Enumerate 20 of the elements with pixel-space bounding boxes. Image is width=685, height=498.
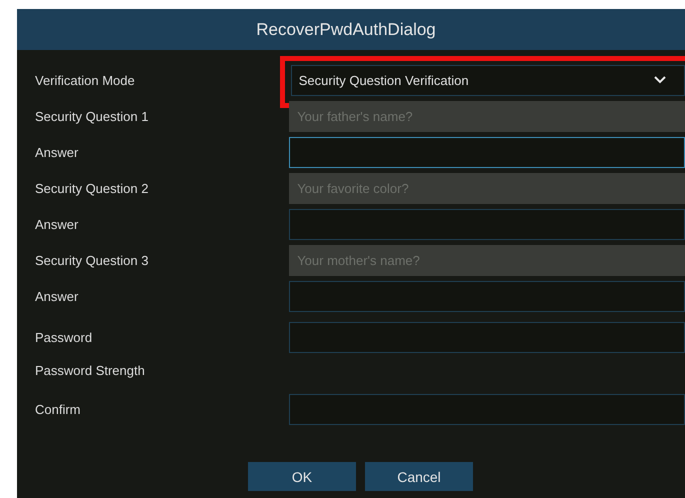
field-label: Answer [34, 216, 80, 232]
dialog-title: RecoverPwdAuthDialog [256, 20, 436, 40]
chevron-down-icon [654, 76, 666, 84]
dialog-button[interactable]: OK [248, 462, 356, 491]
field-label: Security Question 3 [34, 252, 150, 268]
password-field[interactable] [289, 394, 685, 424]
password-field[interactable] [289, 322, 685, 352]
answer-field[interactable] [289, 136, 685, 168]
answer-field[interactable] [289, 208, 685, 240]
answer-field[interactable] [289, 280, 685, 312]
field-label: Security Question 2 [34, 180, 150, 196]
dropdown[interactable]: Security Question Verification [290, 64, 685, 96]
field-label: Password Strength [34, 363, 146, 378]
field-label: Answer [34, 288, 80, 304]
dialog-button[interactable]: Cancel [365, 462, 473, 491]
field-label: Password [34, 330, 94, 344]
field-label: Confirm [34, 402, 82, 416]
field-label: Answer [34, 144, 80, 160]
field-label: Security Question 1 [34, 108, 150, 124]
field-label: Verification Mode [34, 72, 136, 88]
